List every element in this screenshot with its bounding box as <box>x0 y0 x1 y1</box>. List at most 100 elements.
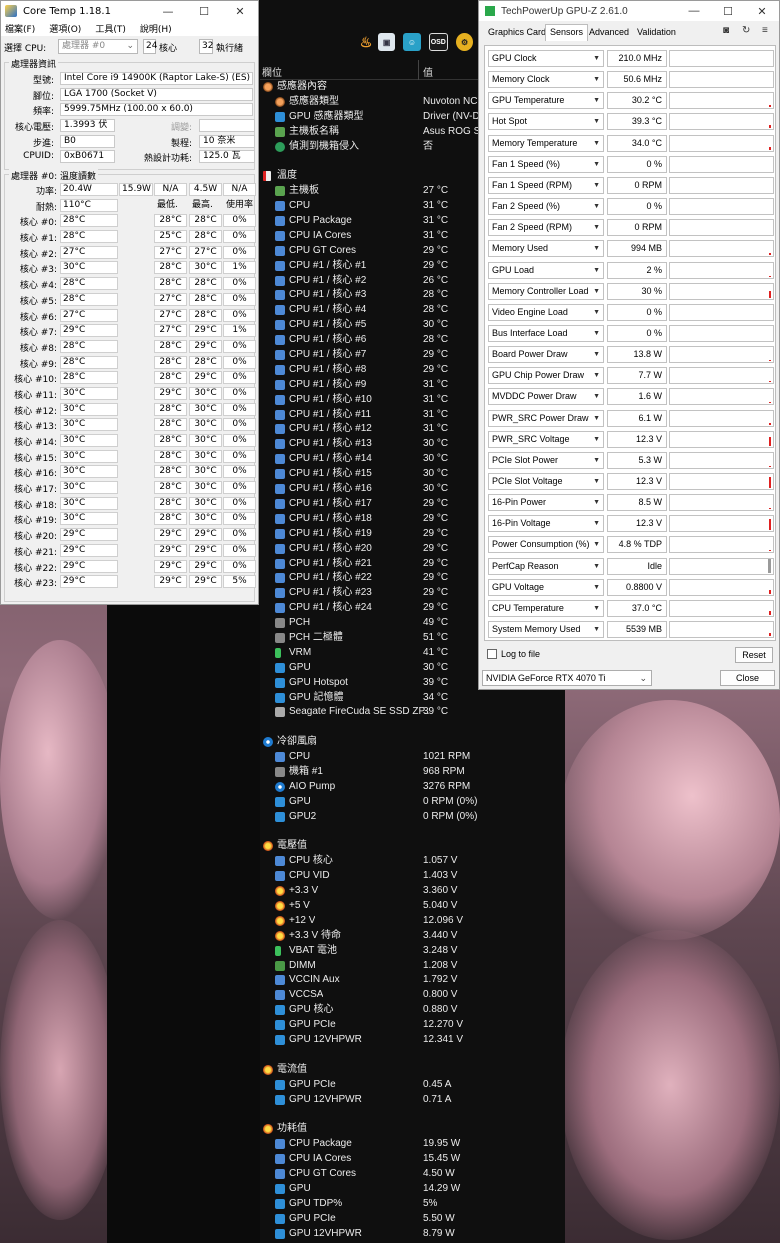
sensor-name-dropdown[interactable]: PCIe Slot Power ▼ <box>488 451 604 469</box>
sensor-name-dropdown[interactable]: GPU Chip Power Draw ▼ <box>488 367 604 385</box>
sensor-graph <box>669 71 774 89</box>
sensor-name-dropdown[interactable]: 16-Pin Voltage ▼ <box>488 515 604 533</box>
close-button[interactable]: Close <box>720 670 775 686</box>
sensor-row[interactable]: VCCIN Aux 1.792 V <box>260 973 565 988</box>
sensor-name-dropdown[interactable]: Memory Controller Load ▼ <box>488 282 604 300</box>
sensor-name-dropdown[interactable]: Power Consumption (%) ▼ <box>488 536 604 554</box>
minimize-icon[interactable]: — <box>677 5 711 18</box>
sensor-row[interactable]: +5 V 5.040 V <box>260 899 565 914</box>
settings-icon[interactable]: ⚙ <box>455 33 474 51</box>
gpu-select[interactable]: NVIDIA GeForce RTX 4070 Ti ⌄ <box>482 670 652 686</box>
sensor-row[interactable]: GPU PCIe 12.270 V <box>260 1018 565 1033</box>
sensor-row[interactable]: GPU PCIe 0.45 A <box>260 1078 565 1093</box>
sensor-row[interactable]: 機箱 #1 968 RPM <box>260 765 565 780</box>
sensor-row[interactable]: CPU IA Cores 15.45 W <box>260 1152 565 1167</box>
sensor-row[interactable]: GPU 12VHPWR 12.341 V <box>260 1033 565 1048</box>
sensor-name-dropdown[interactable]: CPU Temperature ▼ <box>488 599 604 617</box>
sensor-group-header[interactable]: 電流值 <box>260 1063 565 1078</box>
sensor-name-dropdown[interactable]: Fan 2 Speed (%) ▼ <box>488 198 604 216</box>
sensor-name-dropdown[interactable]: Video Engine Load ▼ <box>488 303 604 321</box>
core-load: 0% <box>223 308 256 322</box>
tab-advanced[interactable]: Advanced <box>586 26 632 38</box>
sensor-row[interactable]: CPU 核心 1.057 V <box>260 854 565 869</box>
sensor-name-dropdown[interactable]: 16-Pin Power ▼ <box>488 494 604 512</box>
reset-button[interactable]: Reset <box>735 647 773 663</box>
column-field[interactable]: 欄位 <box>262 64 282 79</box>
menu-file[interactable]: 檔案(F) <box>5 22 35 35</box>
cpu-select[interactable]: 處理器 #0 ⌄ <box>58 39 138 54</box>
sensor-row[interactable]: +12 V 12.096 V <box>260 914 565 929</box>
sensor-row[interactable]: AIO Pump 3276 RPM <box>260 780 565 795</box>
sensor-row[interactable]: +3.3 V 待命 3.440 V <box>260 929 565 944</box>
user-icon[interactable]: ☺ <box>403 33 421 51</box>
menu-help[interactable]: 說明(H) <box>140 22 172 35</box>
sensor-row[interactable]: GPU 核心 0.880 V <box>260 1003 565 1018</box>
tab-validation[interactable]: Validation <box>634 26 679 38</box>
sensor-row[interactable]: VCCSA 0.800 V <box>260 988 565 1003</box>
sensor-name-dropdown[interactable]: Hot Spot ▼ <box>488 113 604 131</box>
sensor-row: Board Power Draw ▼ 13.8 W <box>488 346 774 364</box>
sensor-name: Video Engine Load <box>492 306 568 317</box>
sensor-row[interactable]: GPU2 0 RPM (0%) <box>260 810 565 825</box>
sensor-name-dropdown[interactable]: System Memory Used ▼ <box>488 621 604 639</box>
sensor-row[interactable]: GPU 12VHPWR 0.71 A <box>260 1093 565 1108</box>
sensor-name-dropdown[interactable]: MVDDC Power Draw ▼ <box>488 388 604 406</box>
sensor-name-dropdown[interactable]: Board Power Draw ▼ <box>488 346 604 364</box>
sensor-name-dropdown[interactable]: Memory Clock ▼ <box>488 71 604 89</box>
sensor-name-dropdown[interactable]: Bus Interface Load ▼ <box>488 324 604 342</box>
minimize-icon[interactable]: — <box>150 5 186 18</box>
sensor-group-header[interactable]: 電壓值 <box>260 839 565 854</box>
sensor-name-dropdown[interactable]: Fan 1 Speed (%) ▼ <box>488 155 604 173</box>
sensor-name-dropdown[interactable]: GPU Clock ▼ <box>488 50 604 67</box>
sensor-row[interactable]: CPU 1021 RPM <box>260 750 565 765</box>
computer-icon[interactable]: ▣ <box>378 33 396 51</box>
column-value[interactable]: 值 <box>423 64 433 79</box>
sensor-row[interactable]: GPU 12VHPWR 8.79 W <box>260 1227 565 1242</box>
close-icon[interactable]: ✕ <box>745 5 779 18</box>
fire-icon[interactable]: ♨ <box>360 33 373 51</box>
sensor-row[interactable]: +3.3 V 3.360 V <box>260 884 565 899</box>
checkbox-box[interactable] <box>487 649 497 659</box>
tab-sensors[interactable]: Sensors <box>545 24 589 41</box>
sensor-row[interactable]: Seagate FireCuda SE SSD ZP... 39 °C <box>260 705 565 720</box>
sensor-name-dropdown[interactable]: GPU Load ▼ <box>488 261 604 279</box>
sensor-row[interactable]: CPU GT Cores 4.50 W <box>260 1167 565 1182</box>
log-to-file-checkbox[interactable]: Log to file <box>487 649 540 659</box>
camera-icon[interactable]: ◙ <box>723 26 734 36</box>
sensor-group-header[interactable]: 冷卻風扇 <box>260 735 565 750</box>
sensor-name-dropdown[interactable]: Memory Used ▼ <box>488 240 604 258</box>
sensor-row[interactable]: GPU 0 RPM (0%) <box>260 795 565 810</box>
sensor-name-dropdown[interactable]: Fan 1 Speed (RPM) ▼ <box>488 176 604 194</box>
sensor-name-dropdown[interactable]: PerfCap Reason ▼ <box>488 557 604 575</box>
sensor-group-header[interactable]: 功耗值 <box>260 1122 565 1137</box>
sensor-row[interactable]: VBAT 電池 3.248 V <box>260 944 565 959</box>
sensor-row[interactable]: GPU 14.29 W <box>260 1182 565 1197</box>
sensor-name-dropdown[interactable]: PCIe Slot Voltage ▼ <box>488 473 604 490</box>
sensor-row[interactable]: GPU TDP% 5% <box>260 1197 565 1212</box>
menu-options[interactable]: 選項(O) <box>49 22 81 35</box>
sensor-name-dropdown[interactable]: PWR_SRC Power Draw ▼ <box>488 409 604 427</box>
sensor-row[interactable]: GPU PCIe 5.50 W <box>260 1212 565 1227</box>
close-icon[interactable]: ✕ <box>222 5 258 18</box>
core-min: 27°C <box>154 292 187 306</box>
refresh-icon[interactable]: ↻ <box>742 26 753 36</box>
sensor-name-dropdown[interactable]: PWR_SRC Voltage ▼ <box>488 430 604 448</box>
osd-icon[interactable]: OSD <box>428 33 448 51</box>
core-max: 29°C <box>189 339 222 353</box>
sensor-row[interactable]: CPU Package 19.95 W <box>260 1137 565 1152</box>
tab-graphics-card[interactable]: Graphics Card <box>485 26 549 38</box>
sensor-name-dropdown[interactable]: GPU Voltage ▼ <box>488 578 604 596</box>
column-divider[interactable] <box>418 60 419 80</box>
gpu-icon <box>275 662 285 673</box>
maximize-icon[interactable]: ☐ <box>186 5 222 18</box>
sensor-row[interactable]: CPU VID 1.403 V <box>260 869 565 884</box>
sensor-row[interactable]: DIMM 1.208 V <box>260 959 565 974</box>
menu-icon[interactable]: ≡ <box>762 26 773 36</box>
sensor-name-dropdown[interactable]: GPU Temperature ▼ <box>488 92 604 110</box>
sensor-row[interactable]: GPU 記憶體 34 °C <box>260 691 565 706</box>
sensor-name-dropdown[interactable]: Fan 2 Speed (RPM) ▼ <box>488 219 604 237</box>
sensor-name-dropdown[interactable]: Memory Temperature ▼ <box>488 134 604 152</box>
core-label: 核心 #22: <box>14 563 57 574</box>
maximize-icon[interactable]: ☐ <box>711 5 745 18</box>
menu-tools[interactable]: 工具(T) <box>95 22 126 35</box>
